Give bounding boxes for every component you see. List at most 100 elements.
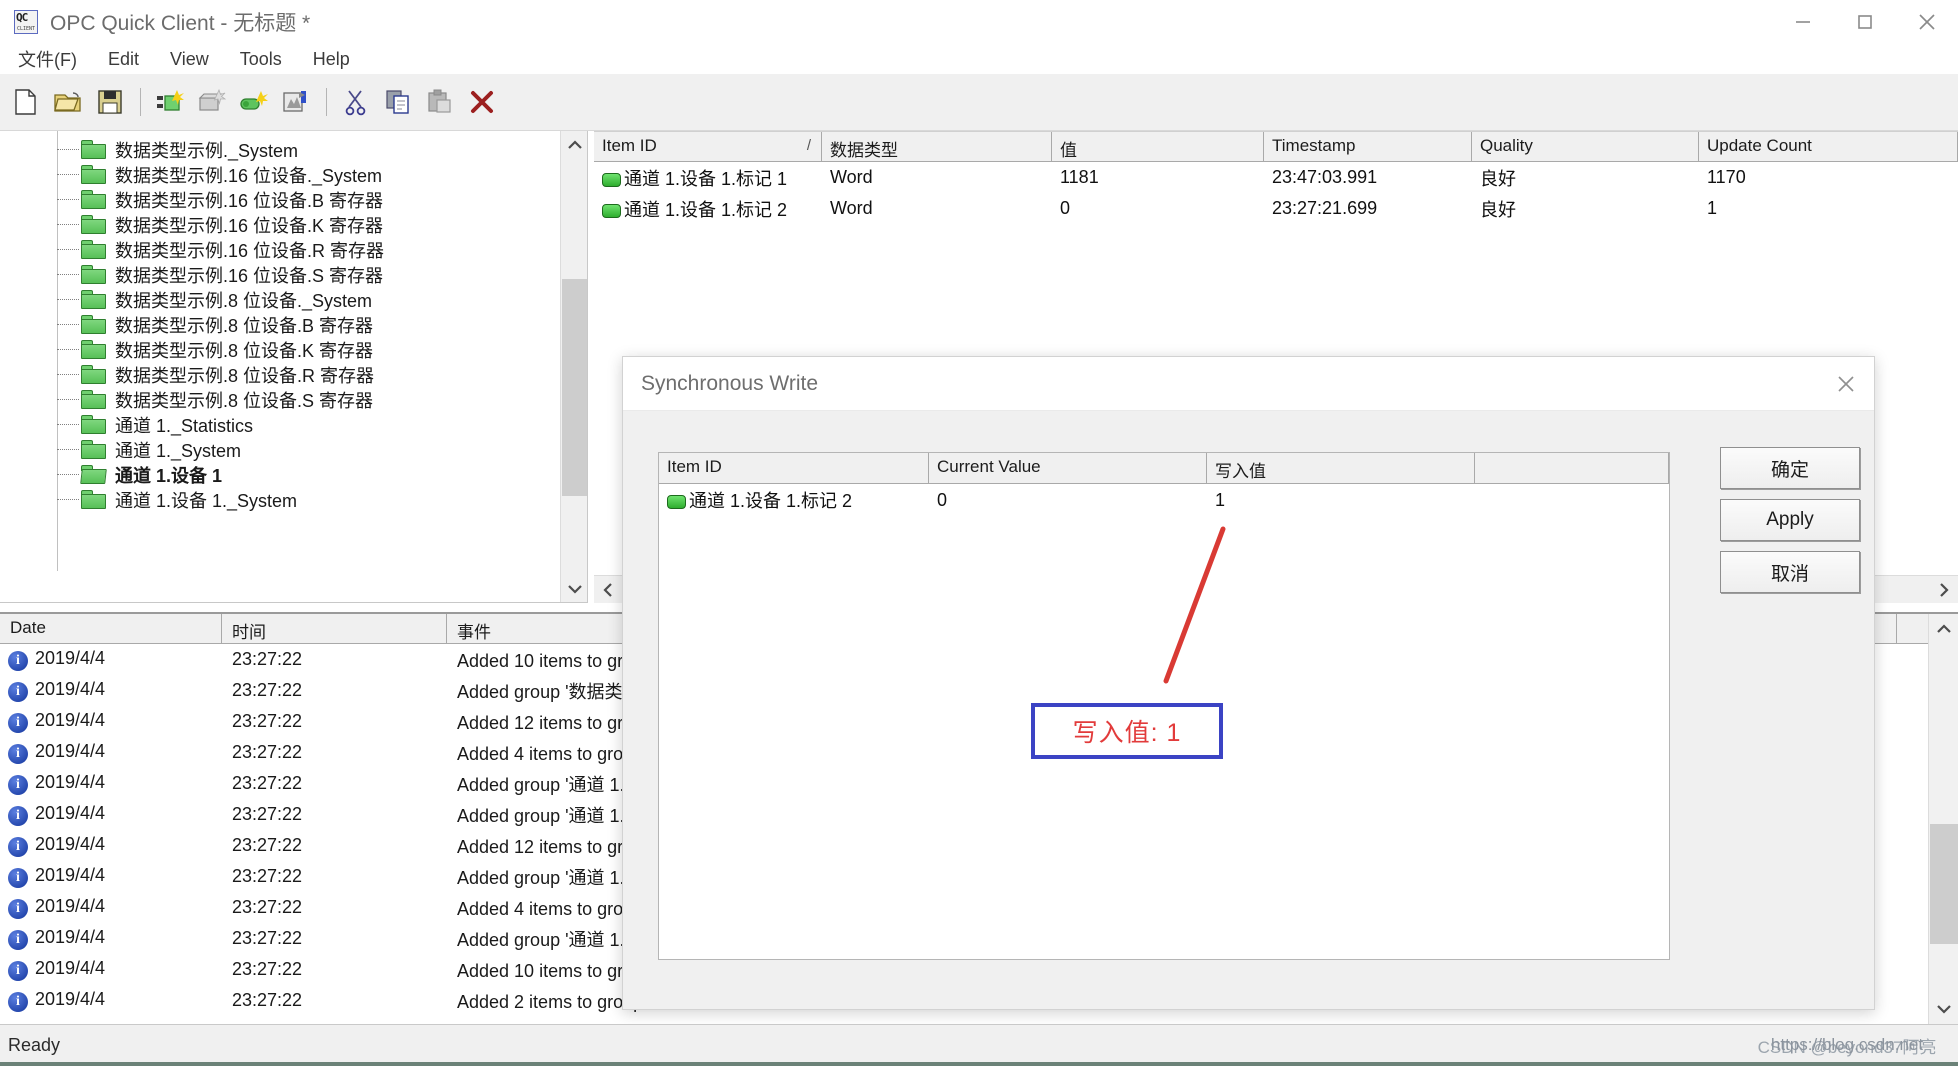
cell-text: 2019/4/4 <box>35 896 106 916</box>
log-vertical-scrollbar[interactable] <box>1928 614 1958 1024</box>
delete-icon[interactable] <box>462 82 502 122</box>
cell-data-type: Word <box>830 167 873 187</box>
open-file-icon[interactable] <box>48 82 88 122</box>
folder-open-icon <box>80 465 107 484</box>
cell-date: i 2019/4/4 <box>0 865 222 888</box>
table-row[interactable]: 通道 1.设备 1.标记 1 Word 1181 23:47:03.991 良好… <box>594 162 1958 193</box>
tree-item-2[interactable]: 数据类型示例.16 位设备.B 寄存器 <box>0 187 560 212</box>
tree-item-12[interactable]: 通道 1._System <box>0 437 560 462</box>
tree-item-9[interactable]: 数据类型示例.8 位设备.R 寄存器 <box>0 362 560 387</box>
save-file-icon[interactable] <box>90 82 130 122</box>
scroll-up-icon[interactable] <box>561 131 587 158</box>
column-header-update-count[interactable]: Update Count <box>1699 132 1958 161</box>
cancel-button[interactable]: 取消 <box>1720 551 1860 593</box>
tree-item-label: 数据类型示例.8 位设备.S 寄存器 <box>115 390 374 411</box>
paste-icon[interactable] <box>420 82 460 122</box>
cell-text: 通道 1.设备 1.标记 2 <box>624 199 788 220</box>
synchronous-write-dialog[interactable]: Synchronous Write Item ID Current Value … <box>622 356 1875 1010</box>
menu-item-view[interactable]: View <box>170 49 209 70</box>
tree-item-10[interactable]: 数据类型示例.8 位设备.S 寄存器 <box>0 387 560 412</box>
tree-connector <box>57 199 79 200</box>
cell-timestamp: 23:47:03.991 <box>1272 167 1378 187</box>
tree-item-8[interactable]: 数据类型示例.8 位设备.K 寄存器 <box>0 337 560 362</box>
minimize-icon[interactable] <box>1772 0 1834 44</box>
log-column-time[interactable]: 时间 <box>222 614 447 643</box>
tree-item-13-selected[interactable]: 通道 1.设备 1 <box>0 462 560 487</box>
tree-connector <box>57 499 79 500</box>
tree-connector <box>57 224 79 225</box>
tree-item-0[interactable]: 数据类型示例._System <box>0 137 560 162</box>
log-column-date[interactable]: Date <box>0 614 222 643</box>
close-icon[interactable] <box>1896 0 1958 44</box>
folder-icon <box>81 240 106 259</box>
tree-vertical-scrollbar[interactable] <box>560 131 587 602</box>
column-header-quality[interactable]: Quality <box>1472 132 1699 161</box>
tag-icon <box>602 203 621 218</box>
server-tree-panel[interactable]: 数据类型示例._System 数据类型示例.16 位设备._System 数据类… <box>0 131 588 603</box>
apply-button[interactable]: Apply <box>1720 499 1860 541</box>
table-row[interactable]: 通道 1.设备 1.标记 2 Word 0 23:27:21.699 良好 1 <box>594 193 1958 224</box>
tree-scroll-thumb[interactable] <box>562 279 587 496</box>
cell-text: 2019/4/4 <box>35 927 106 947</box>
cell-time: 23:27:22 <box>232 773 303 793</box>
opc-quick-client-window: QC CLIENT OPC Quick Client - 无标题 * 文件(F)… <box>0 0 1958 1066</box>
properties-icon[interactable] <box>276 82 316 122</box>
menu-item-file[interactable]: 文件(F) <box>18 46 77 72</box>
log-scroll-thumb[interactable] <box>1930 824 1958 944</box>
scroll-up-icon[interactable] <box>1929 614 1958 644</box>
tree-connector <box>57 299 79 300</box>
dialog-close-icon[interactable] <box>1818 357 1874 411</box>
column-header-timestamp[interactable]: Timestamp <box>1264 132 1472 161</box>
folder-icon <box>81 265 106 284</box>
dialog-title-bar: Synchronous Write <box>623 357 1874 411</box>
tree-item-14[interactable]: 通道 1.设备 1._System <box>0 487 560 512</box>
scroll-down-icon[interactable] <box>561 575 587 602</box>
menu-item-help[interactable]: Help <box>313 49 350 70</box>
cell-quality: 良好 <box>1480 168 1516 189</box>
menu-item-edit[interactable]: Edit <box>108 49 139 70</box>
menu-item-tools[interactable]: Tools <box>240 49 282 70</box>
scroll-left-icon[interactable] <box>594 576 622 604</box>
cell-update-count: 1 <box>1707 198 1718 218</box>
write-column-write-value[interactable]: 写入值 <box>1207 453 1475 483</box>
column-header-item-id[interactable]: Item ID / <box>594 132 822 161</box>
new-file-icon[interactable] <box>6 82 46 122</box>
write-cell-write-value[interactable]: 1 <box>1207 490 1475 511</box>
cell-date: i 2019/4/4 <box>0 927 222 950</box>
new-server-icon[interactable] <box>150 82 190 122</box>
tree-item-1[interactable]: 数据类型示例.16 位设备._System <box>0 162 560 187</box>
tree-item-4[interactable]: 数据类型示例.16 位设备.R 寄存器 <box>0 237 560 262</box>
copy-icon[interactable] <box>378 82 418 122</box>
tree-item-7[interactable]: 数据类型示例.8 位设备.B 寄存器 <box>0 312 560 337</box>
write-column-item-id[interactable]: Item ID <box>659 453 929 483</box>
ok-button[interactable]: 确定 <box>1720 447 1860 489</box>
scroll-down-icon[interactable] <box>1929 994 1958 1024</box>
tree-item-label: 通道 1.设备 1 <box>115 465 223 486</box>
cell-text: 2019/4/4 <box>35 834 106 854</box>
tree-item-11[interactable]: 通道 1._Statistics <box>0 412 560 437</box>
write-table-row[interactable]: 通道 1.设备 1.标记 2 0 1 <box>659 484 1669 516</box>
write-column-empty[interactable] <box>1475 453 1669 483</box>
maximize-icon[interactable] <box>1834 0 1896 44</box>
cut-icon[interactable] <box>336 82 376 122</box>
column-header-data-type[interactable]: 数据类型 <box>822 132 1052 161</box>
column-header-value[interactable]: 值 <box>1052 132 1264 161</box>
new-item-icon[interactable] <box>234 82 274 122</box>
info-icon: i <box>8 868 28 888</box>
new-group-icon[interactable] <box>192 82 232 122</box>
write-column-current-value[interactable]: Current Value <box>929 453 1207 483</box>
cell-time: 23:27:22 <box>232 680 303 700</box>
watermark-line-2: https://blog.csdn.net <box>1770 1035 1924 1054</box>
tree-item-3[interactable]: 数据类型示例.16 位设备.K 寄存器 <box>0 212 560 237</box>
scroll-right-icon[interactable] <box>1930 576 1958 604</box>
tree-connector <box>57 474 79 475</box>
window-controls <box>1772 0 1958 44</box>
tag-icon <box>667 495 686 509</box>
tree-item-label: 数据类型示例.16 位设备.B 寄存器 <box>115 190 384 211</box>
cell-text: 2019/4/4 <box>35 958 106 978</box>
tree-item-5[interactable]: 数据类型示例.16 位设备.S 寄存器 <box>0 262 560 287</box>
cell-text: 2019/4/4 <box>35 710 106 730</box>
dialog-title: Synchronous Write <box>641 371 819 395</box>
tree-item-6[interactable]: 数据类型示例.8 位设备._System <box>0 287 560 312</box>
cell-quality: 良好 <box>1480 199 1516 220</box>
